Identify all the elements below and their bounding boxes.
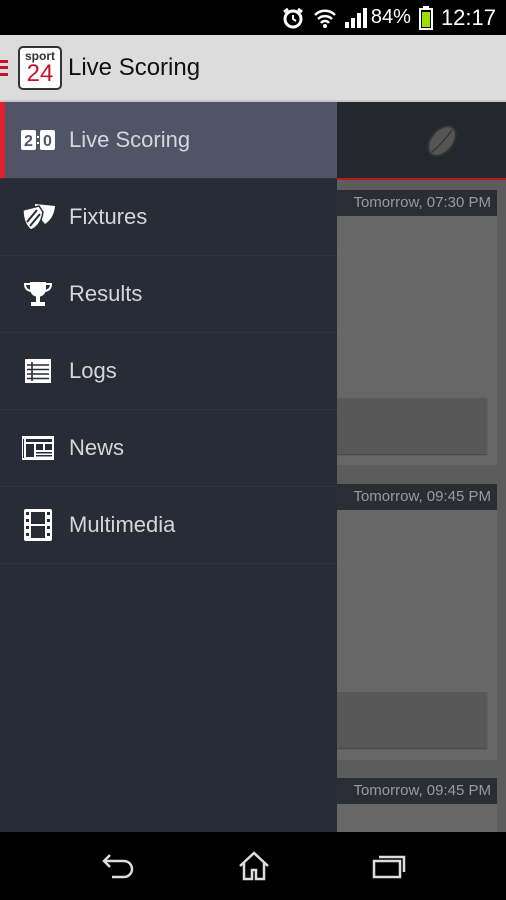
status-bar: 84% 12:17	[0, 0, 506, 35]
drawer-item-live-scoring[interactable]: 20 Live Scoring	[0, 102, 337, 179]
recent-apps-icon[interactable]	[372, 853, 406, 879]
drawer-item-label: Fixtures	[69, 204, 148, 229]
scoreboard-icon: 20	[20, 124, 56, 156]
action-bar: sport 24 Live Scoring	[0, 35, 506, 102]
sport24-logo[interactable]: sport 24	[18, 45, 62, 90]
shield-icon	[20, 201, 56, 233]
svg-text:0: 0	[43, 133, 52, 150]
drawer-item-fixtures[interactable]: Fixtures	[0, 179, 337, 256]
drawer-toggle-icon[interactable]	[0, 57, 8, 79]
drawer-item-label: News	[69, 435, 125, 460]
page-title: Live Scoring	[68, 53, 201, 81]
clock: 12:17	[440, 4, 496, 30]
battery-icon	[418, 5, 433, 30]
match-button[interactable]	[337, 398, 487, 454]
drawer-item-results[interactable]: Results	[0, 256, 337, 333]
table-icon	[20, 355, 56, 387]
wifi-icon	[314, 9, 336, 28]
match-time: Tomorrow, 09:45 PM	[337, 778, 497, 804]
drawer-item-logs[interactable]: Logs	[0, 333, 337, 410]
drawer-item-label: Results	[69, 281, 143, 306]
rugby-ball-icon[interactable]	[424, 124, 460, 158]
navigation-drawer: 20 Live Scoring Fixtures Results Logs Ne…	[0, 102, 337, 832]
back-icon[interactable]	[100, 853, 136, 879]
drawer-item-label: Multimedia	[69, 512, 176, 537]
drawer-item-label: Logs	[69, 358, 117, 383]
match-time: Tomorrow, 09:45 PM	[337, 484, 497, 510]
logo-text-bottom: 24	[26, 59, 54, 87]
drawer-item-label: Live Scoring	[69, 127, 191, 152]
match-card[interactable]: Tomorrow, 09:45 PM	[337, 484, 497, 760]
svg-text:2: 2	[24, 133, 33, 150]
system-nav-bar	[0, 832, 506, 900]
home-icon[interactable]	[237, 851, 271, 881]
battery-percent: 84%	[370, 6, 411, 28]
drawer-item-multimedia[interactable]: Multimedia	[0, 487, 337, 564]
film-icon	[20, 509, 56, 541]
alarm-icon	[283, 7, 303, 28]
signal-icon	[344, 7, 367, 28]
match-time: Tomorrow, 07:30 PM	[337, 190, 497, 216]
match-card[interactable]: Tomorrow, 07:30 PM	[337, 190, 497, 465]
drawer-item-news[interactable]: News	[0, 410, 337, 487]
newspaper-icon	[20, 432, 56, 464]
trophy-icon	[20, 278, 56, 310]
match-button[interactable]	[337, 692, 487, 748]
